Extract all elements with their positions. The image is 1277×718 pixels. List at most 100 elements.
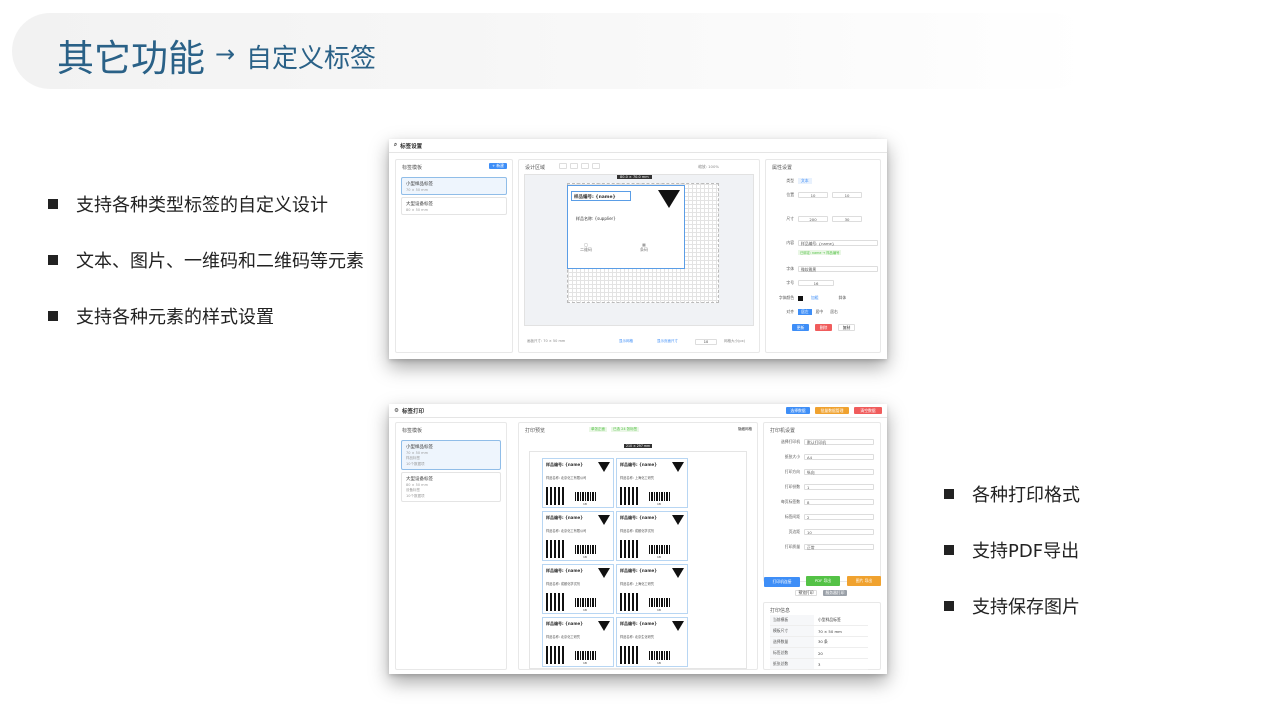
setting-label: 打印方向 <box>784 469 800 474</box>
setting-input[interactable]: 纵向 <box>804 469 874 475</box>
grid-size-label: 网格大小(px) <box>724 339 746 343</box>
print-label[interactable]: 样品编号: {name} 样品名称: 上海化工研究 18 <box>616 458 688 508</box>
setting-label: 纸张大小 <box>784 454 800 459</box>
font-size-input[interactable]: 16 <box>798 280 834 286</box>
template-panel: 标签模板 小型样品标签 70 × 50 mm 样品标签 10个数据项 大型设备标签 80… <box>395 422 507 670</box>
setting-label: 页边距 <box>788 529 800 534</box>
qrcode-placeholder[interactable]: ▢ 二维码 <box>580 242 592 253</box>
barcode-icon <box>649 492 671 501</box>
label-text-field[interactable]: 样品编号: {name} <box>571 191 631 201</box>
setting-input[interactable]: 默认打印机 <box>804 439 874 445</box>
square-bullet-icon <box>944 489 954 499</box>
image-tool-icon[interactable] <box>570 163 578 169</box>
qrcode-tool-icon[interactable] <box>581 163 589 169</box>
template-note: 样品标签 <box>406 456 420 460</box>
align-right-button[interactable]: 居右 <box>827 309 841 315</box>
design-canvas[interactable]: 80.0 × 70.0 mm 样品编号: {name} 样品名称: {suppl… <box>524 174 754 326</box>
italic-checkbox[interactable]: 斜体 <box>839 295 847 301</box>
text-tool-icon[interactable] <box>559 163 567 169</box>
content-input[interactable]: 样品编号: {name} <box>798 240 878 246</box>
template-name: 小型样品标签 <box>406 445 433 450</box>
design-panel: 设计区域 缩放: 100% 80.0 × 70.0 mm 样品编号: {name… <box>518 159 760 353</box>
print-label[interactable]: 样品编号: {name} 样品名称: 北京生化研究 18 <box>616 617 688 667</box>
grid-size-input[interactable]: 10 <box>695 339 717 345</box>
prop-label: 字号 <box>786 280 794 285</box>
show-size-checkbox[interactable]: 显示页面尺寸 <box>657 339 678 344</box>
logo-icon <box>658 190 680 208</box>
info-key: 标签总数 <box>770 648 814 658</box>
template-size: 70 × 50 mm <box>406 451 428 455</box>
hide-grid-toggle[interactable]: 隐藏网格 <box>738 427 752 432</box>
label-title: 样品编号: {name} <box>546 515 584 520</box>
page-title: 其它功能 <box>57 37 205 80</box>
template-tag: 10个数据项 <box>406 462 425 466</box>
image-export-button[interactable]: 图片 导出 <box>847 576 881 586</box>
show-grid-checkbox[interactable]: 显示网格 <box>619 339 633 344</box>
print-label[interactable]: 样品编号: {name} 样品名称: 成都化学试剂 18 <box>616 511 688 561</box>
zoom-level: 缩放: 100% <box>698 164 719 169</box>
print-label[interactable]: 样品编号: {name} 样品名称: 上海化工研究 18 <box>616 564 688 614</box>
print-label[interactable]: 样品编号: {name} 样品名称: 成都化学试剂 18 <box>542 564 614 614</box>
color-swatch[interactable] <box>798 295 803 301</box>
logo-icon <box>672 515 684 525</box>
barcode-tool-icon[interactable] <box>592 163 600 169</box>
setting-label: 打印质量 <box>784 544 800 549</box>
template-card[interactable]: 小型样品标签 70 × 50 mm 样品标签 10个数据项 <box>401 440 501 470</box>
setting-input[interactable]: 1 <box>804 484 874 490</box>
prop-label: 内容 <box>786 240 794 245</box>
logo-icon <box>598 621 610 631</box>
setting-input[interactable]: 8 <box>804 499 874 505</box>
barcode-number: 18 <box>657 502 661 506</box>
setting-input[interactable]: A4 <box>804 454 874 460</box>
bold-checkbox[interactable]: 加粗 <box>811 295 819 301</box>
new-template-button[interactable]: + 新建 <box>489 163 507 169</box>
font-select[interactable]: 微软雅黑 <box>798 266 878 272</box>
align-center-button[interactable]: 居中 <box>812 309 828 315</box>
pos-x-input[interactable]: 10 <box>798 192 828 198</box>
printer-connect-button[interactable]: 打印机连接 <box>764 577 800 587</box>
pdf-export-button[interactable]: PDF 导出 <box>806 576 840 586</box>
right-bullet-list: 各种打印格式 支持PDF导出 支持保存图片 <box>944 466 1080 634</box>
template-card[interactable]: 大型设备标签 80 × 50 mm <box>401 197 507 215</box>
delete-button[interactable]: 删除 <box>815 324 832 331</box>
setting-input[interactable]: 10 <box>804 529 874 535</box>
template-card[interactable]: 小型样品标签 70 × 50 mm <box>401 177 507 195</box>
canvas-size-text: 画板尺寸: 70 × 50 mm <box>527 339 566 343</box>
setting-input[interactable]: 2 <box>804 514 874 520</box>
setting-input[interactable]: 正常 <box>804 544 874 550</box>
info-key: 模板尺寸 <box>770 626 814 636</box>
setting-row: 纸张大小 A4 <box>770 454 874 460</box>
setting-row: 打印方向 纵向 <box>770 469 874 475</box>
copy-button[interactable]: 复制 <box>838 324 855 331</box>
select-data-button[interactable]: 选择数据 <box>786 407 810 414</box>
print-label[interactable]: 样品编号: {name} 样品名称: 北京化工研究 18 <box>542 617 614 667</box>
server-print-button[interactable]: 服务器打印 <box>823 590 847 596</box>
info-key: 纸张总数 <box>770 659 814 669</box>
label-text-field[interactable]: 样品名称: {supplier} <box>576 216 616 222</box>
clear-data-button[interactable]: 清空数据 <box>854 407 882 414</box>
barcode-number: 18 <box>657 608 661 612</box>
print-label[interactable]: 样品编号: {name} 样品名称: 北京化工有限公司 18 <box>542 511 614 561</box>
align-left-button[interactable]: 居左 <box>798 309 812 315</box>
barcode-icon <box>575 545 597 554</box>
info-value: 30 条 <box>818 639 828 644</box>
setting-row: 选择打印机 默认打印机 <box>770 439 874 445</box>
label-print-screenshot: ⚙ 标签打印 选择数据 批量数据管理 清空数据 标签模板 小型样品标签 70 × 5… <box>389 404 887 674</box>
logo-icon <box>598 515 610 525</box>
width-input[interactable]: 200 <box>798 216 828 222</box>
preview-print-button[interactable]: 预览打印 <box>795 590 817 596</box>
update-button[interactable]: 更新 <box>792 324 809 331</box>
label-preview[interactable]: 样品编号: {name} 样品名称: {supplier} ▢ 二维码 ▦ 条码 <box>567 185 685 269</box>
paper-size-tag: 210 × 297 mm <box>624 444 653 448</box>
pos-y-input[interactable]: 10 <box>832 192 862 198</box>
height-input[interactable]: 30 <box>832 216 862 222</box>
bullet-text: 支持PDF导出 <box>972 541 1080 562</box>
logo-icon <box>598 568 610 578</box>
barcode-placeholder[interactable]: ▦ 条码 <box>640 242 648 253</box>
panel-title: 设计区域 <box>525 165 546 171</box>
batch-data-button[interactable]: 批量数据管理 <box>815 407 849 414</box>
square-bullet-icon <box>48 199 58 209</box>
binding-hint: 已绑定: name → 样品编号 <box>798 250 842 255</box>
template-card[interactable]: 大型设备标签 80 × 50 mm 设备标签 10个数据项 <box>401 472 501 502</box>
print-label[interactable]: 样品编号: {name} 样品名称: 北京化工有限公司 18 <box>542 458 614 508</box>
